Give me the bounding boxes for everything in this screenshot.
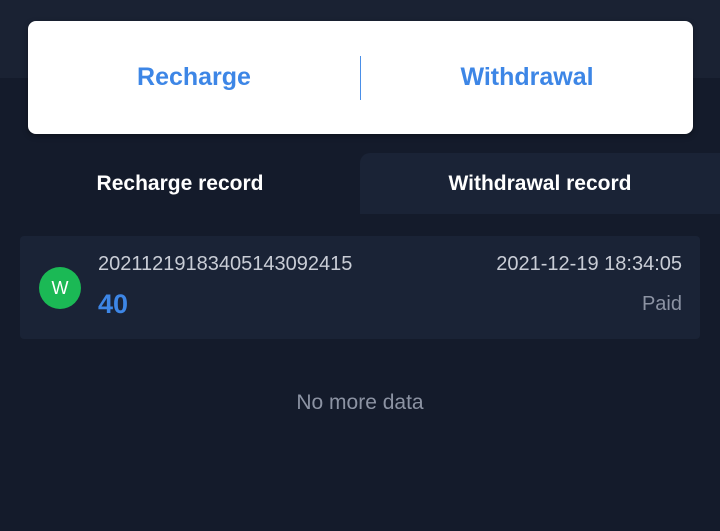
- record-item[interactable]: W 20211219183405143092415 40 2021-12-19 …: [20, 236, 700, 339]
- no-more-data-text: No more data: [296, 391, 424, 414]
- recharge-button[interactable]: Recharge: [28, 63, 360, 92]
- record-tabs: Recharge record Withdrawal record: [0, 153, 720, 214]
- action-card: Recharge Withdrawal: [28, 21, 693, 134]
- tab-recharge-record[interactable]: Recharge record: [0, 153, 360, 214]
- withdrawal-button[interactable]: Withdrawal: [361, 63, 693, 92]
- avatar: W: [39, 267, 81, 309]
- order-id: 20211219183405143092415: [98, 253, 353, 275]
- timestamp: 2021-12-19 18:34:05: [496, 253, 682, 275]
- status-label: Paid: [641, 293, 682, 315]
- withdrawal-page: Recharge Withdrawal Recharge record With…: [0, 0, 720, 531]
- tab-withdrawal-record[interactable]: Withdrawal record: [360, 153, 720, 214]
- amount: 40: [98, 289, 129, 319]
